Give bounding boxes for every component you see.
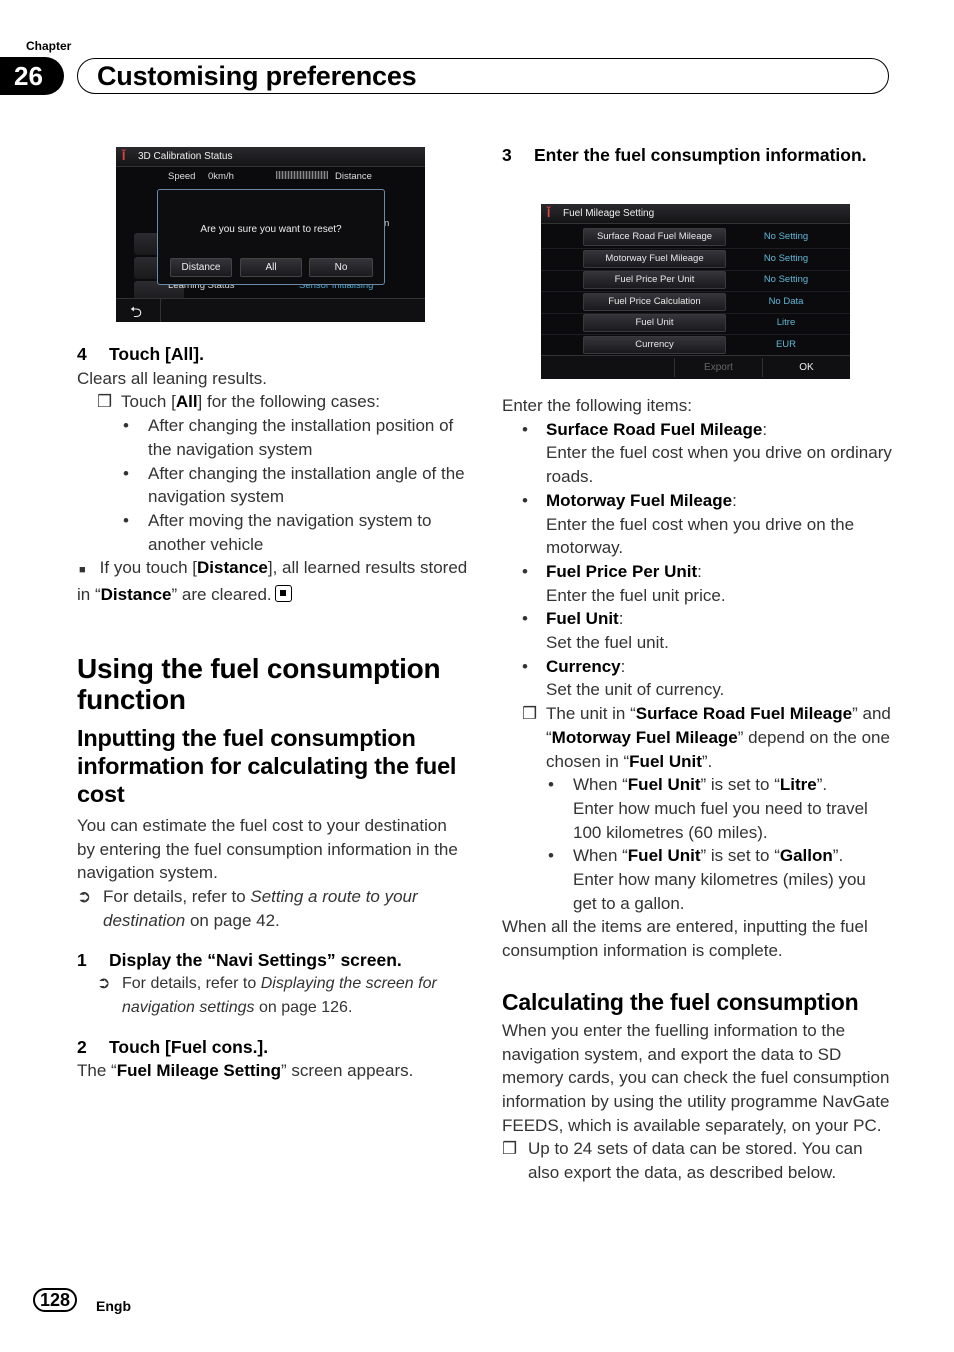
speed-value: 0km/h [208,171,234,182]
footer-divider [160,299,161,322]
fuel-item: • Fuel Price Per Unit: Enter the fuel unit… [522,561,726,605]
fuel-setting-button[interactable]: Fuel Price Calculation [583,292,726,311]
step2-result: The “Fuel Mileage Setting” screen appear… [77,1061,414,1081]
bullet-icon: • [123,416,129,436]
calc-note: ❒ Up to 24 sets of data can be stored. Yo… [502,1139,863,1183]
screen-title-bar: Ĭ Fuel Mileage Setting [541,204,850,224]
ok-button[interactable]: OK [763,356,850,379]
calc-body: When you enter the fuelling information … [502,1020,890,1135]
fuel-setting-button[interactable]: Surface Road Fuel Mileage [583,228,726,246]
right-column-step3: 3 Enter the fuel consumption information. [502,143,892,167]
fuel-item: • Fuel Unit: Set the fuel unit. [522,609,669,653]
case-item: • After changing the installation angle o… [123,463,465,507]
fuel-setting-value: No Data [768,295,804,307]
arrow-ref-icon: ➲ [77,887,92,907]
fuel-setting-value: EUR [775,338,797,350]
chapter-label: Chapter [26,39,72,53]
fuel-item: • Currency: Set the unit of currency. [522,656,725,700]
fuel-setting-value: No Setting [763,274,809,285]
chapter-number: 26 [0,57,64,95]
subsection-heading: Inputting the fuel consumption informati… [77,725,457,807]
left-column: 4 Touch [All]. Clears all leaning results… [77,343,469,607]
arrow-ref-icon: ➲ [97,975,111,993]
distance-button[interactable]: Distance [170,258,232,277]
distance-progress-bar [276,171,328,179]
screen-title-bar: Ĭ 3D Calibration Status [116,147,425,167]
left-column-section: Using the fuel consumption function Inpu… [77,653,469,1083]
bullet-icon: • [522,561,528,581]
speed-label: Speed [168,171,196,182]
right-column-items: Enter the following items: • Surface Road… [502,394,892,1185]
screen-footer: ⮌ [116,298,425,322]
bullet-icon: • [123,510,129,530]
complete-text: When all the items are entered, inputtin… [502,917,868,961]
screen-title: Fuel Mileage Setting [563,208,655,219]
fuel-setting-button[interactable]: Fuel Price Per Unit [583,271,726,289]
intro-text: You can estimate the fuel cost to your d… [77,816,458,883]
square-bullet-icon: ■ [79,564,86,577]
case-item: • After moving the navigation system to a… [123,510,432,554]
screen-footer: Export OK [541,355,850,379]
note-box-icon: ❒ [97,392,113,412]
step-3: 3 Enter the fuel consumption information. [502,145,867,165]
bullet-icon: • [522,609,528,629]
chapter-title: Customising preferences [97,61,417,91]
fuel-mileage-setting-screenshot: Ĭ Fuel Mileage Setting Surface Road Fuel… [541,204,850,379]
brand-logo-icon: Ĭ [122,149,126,163]
note-box-icon: ❒ [522,704,538,724]
clears-text: Clears all leaning results. [77,368,267,388]
page-number: 128 [33,1288,77,1312]
bullet-icon: • [123,463,129,483]
calibration-status-screenshot: Ĭ 3D Calibration Status Speed 0km/h Dist… [116,147,425,322]
no-button[interactable]: No [309,258,373,277]
step-4: 4 Touch [All]. [77,344,204,364]
section-end-icon [274,585,292,603]
fuel-item: • Motorway Fuel Mileage: Enter the fuel co… [522,490,855,558]
case-item: • After changing the installation positio… [123,416,454,459]
distance-note: ■ If you touch [Distance], all learned re… [77,558,468,605]
language-code: Engb [96,1298,131,1314]
bullet-icon: • [522,419,528,439]
note-all: ❒ Touch [All] for the following cases: [77,390,469,414]
unit-case-litre: • When “Fuel Unit” is set to “Litre”. Ente… [548,775,868,842]
back-arrow-icon[interactable]: ⮌ [130,302,142,322]
note-box-icon: ❒ [502,1139,518,1159]
enter-items-text: Enter the following items: [502,396,692,415]
step-2: 2 Touch [Fuel cons.]. [77,1036,269,1057]
distance-label: Distance [335,171,372,182]
fuel-setting-button[interactable]: Fuel Unit [583,314,726,332]
step1-reference: ➲ For details, refer to Displaying the sc… [77,972,469,1019]
unit-note: ❒ The unit in “Surface Road Fuel Mileage”… [522,704,891,771]
fuel-setting-value: No Setting [763,252,809,264]
bullet-icon: • [522,490,528,510]
intro-reference: ➲ For details, refer to Setting a route t… [77,887,418,930]
bullet-icon: • [522,656,528,676]
bullet-icon: • [548,846,554,866]
fuel-item: • Surface Road Fuel Mileage: Enter the fue… [522,419,892,487]
fuel-setting-button[interactable]: Currency [583,335,726,354]
fuel-setting-value: No Setting [763,231,809,242]
bullet-icon: • [548,775,554,795]
dialog-message: Are you sure you want to reset? [200,224,342,235]
step-1: 1 Display the “Navi Settings” screen. [77,949,402,970]
subsection-heading: Calculating the fuel consumption [502,988,859,1015]
section-heading: Using the fuel consumption function [77,653,441,715]
export-button[interactable]: Export [675,356,762,379]
unit-case-gallon: • When “Fuel Unit” is set to “Gallon”. Ent… [548,846,866,913]
screen-title: 3D Calibration Status [138,151,233,162]
reset-confirm-dialog: Are you sure you want to reset? Distance… [157,189,385,285]
all-button[interactable]: All [240,258,302,277]
brand-logo-icon: Ĭ [547,206,551,220]
fuel-setting-button[interactable]: Motorway Fuel Mileage [583,249,726,268]
fuel-setting-value: Litre [776,317,796,328]
